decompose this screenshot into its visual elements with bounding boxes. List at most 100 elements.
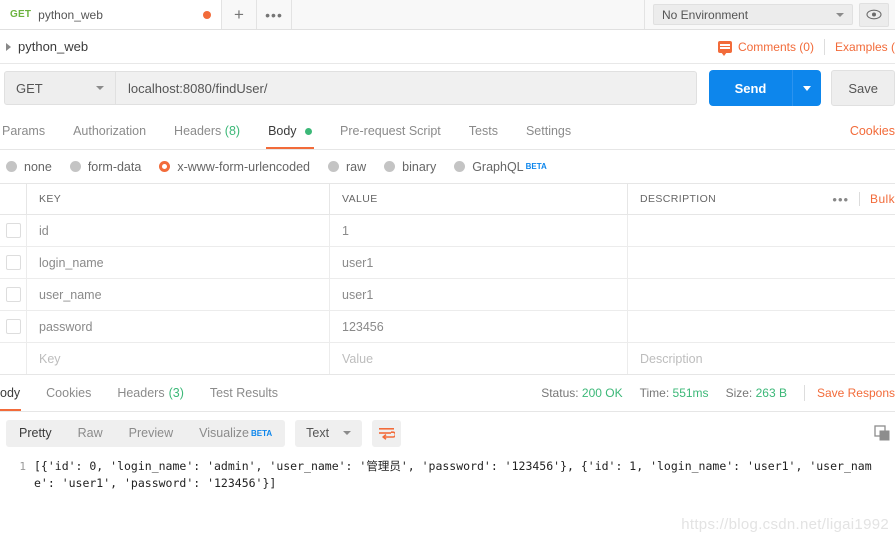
- table-row[interactable]: login_name user1: [0, 247, 895, 279]
- view-preview-label: Preview: [128, 426, 174, 440]
- row-key[interactable]: id: [27, 215, 330, 246]
- row-description[interactable]: [628, 279, 895, 310]
- table-row[interactable]: user_name user1: [0, 279, 895, 311]
- checkbox-icon[interactable]: [5, 287, 21, 302]
- request-tab-name: python_web: [38, 7, 103, 22]
- comments-link[interactable]: Comments (0): [738, 40, 814, 54]
- row-checkbox-cell[interactable]: [0, 279, 27, 310]
- copy-icon: [873, 424, 889, 440]
- header-value: VALUE: [330, 184, 628, 214]
- save-button[interactable]: Save: [831, 70, 895, 106]
- checkbox-icon[interactable]: [5, 223, 21, 238]
- request-tab-python-web[interactable]: GET python_web: [0, 0, 222, 29]
- radio-icon: [384, 161, 396, 172]
- row-checkbox-cell[interactable]: [0, 215, 27, 246]
- radio-icon: [69, 161, 81, 172]
- send-button-label: Send: [734, 80, 767, 96]
- eye-icon: [866, 9, 882, 20]
- tab-options-button[interactable]: •••: [257, 0, 292, 29]
- row-key[interactable]: password: [27, 311, 330, 342]
- tab-tests[interactable]: Tests: [455, 124, 512, 149]
- body-type-form-data[interactable]: form-data: [69, 160, 141, 174]
- view-pretty-label: Pretty: [19, 426, 52, 440]
- row-description[interactable]: [628, 215, 895, 246]
- body-type-none[interactable]: none: [6, 160, 52, 174]
- row-value[interactable]: user1: [330, 279, 628, 310]
- tab-headers-count: (8): [224, 124, 241, 138]
- row-checkbox-cell[interactable]: [0, 311, 27, 342]
- row-description-placeholder[interactable]: Description: [628, 343, 895, 374]
- url-input[interactable]: localhost:8080/findUser/: [116, 71, 697, 105]
- tab-strip-filler: [292, 0, 645, 29]
- response-tab-cookies[interactable]: Cookies: [33, 375, 104, 411]
- send-button-group: Send: [708, 70, 822, 106]
- response-tab-test-results[interactable]: Test Results: [197, 375, 291, 411]
- row-checkbox-cell[interactable]: [0, 247, 27, 278]
- chevron-down-icon: [343, 431, 352, 435]
- copy-response-button[interactable]: [869, 421, 895, 445]
- response-view-segments: Pretty Raw Preview Visualize BETA: [6, 419, 286, 447]
- send-options-button[interactable]: [792, 70, 822, 106]
- new-tab-button[interactable]: +: [222, 0, 257, 29]
- tab-params[interactable]: Params: [0, 124, 59, 149]
- expand-arrow-icon[interactable]: [6, 42, 11, 51]
- table-row-empty[interactable]: Key Value Description: [0, 343, 895, 374]
- comment-icon: [717, 40, 732, 56]
- response-meta: Status: 200 OK Time: 551ms Size: 263 B S…: [541, 385, 895, 401]
- bulk-edit-link[interactable]: Bulk: [860, 192, 895, 206]
- http-method-select[interactable]: GET: [4, 71, 116, 105]
- row-value-placeholder[interactable]: Value: [330, 343, 628, 374]
- view-pretty[interactable]: Pretty: [6, 420, 65, 447]
- tab-pre-request-script-label: Pre-request Script: [340, 124, 441, 138]
- body-type-x-www-form-urlencoded[interactable]: x-www-form-urlencoded: [159, 160, 310, 174]
- plus-icon: +: [234, 5, 244, 24]
- radio-icon: [328, 161, 339, 172]
- table-tools: ••• Bulk: [822, 184, 895, 214]
- body-present-dot: [305, 128, 313, 136]
- environment-selected-label: No Environment: [662, 7, 749, 22]
- row-description[interactable]: [628, 247, 895, 278]
- tab-params-label: Params: [2, 124, 46, 138]
- breadcrumb-row: python_web Comments (0) Examples (: [0, 30, 895, 64]
- row-key[interactable]: login_name: [27, 247, 330, 278]
- response-tab-headers[interactable]: Headers (3): [104, 375, 197, 411]
- view-raw[interactable]: Raw: [65, 420, 116, 447]
- environment-selector[interactable]: No Environment: [653, 4, 853, 25]
- body-type-binary[interactable]: binary: [384, 160, 436, 174]
- word-wrap-button[interactable]: [372, 419, 402, 447]
- response-tab-headers-label: Headers: [117, 386, 165, 400]
- tab-headers[interactable]: Headers (8): [160, 124, 254, 149]
- row-value[interactable]: user1: [330, 247, 628, 278]
- row-description[interactable]: [628, 311, 895, 342]
- table-row[interactable]: id 1: [0, 215, 895, 247]
- body-type-raw[interactable]: raw: [328, 160, 366, 174]
- row-value[interactable]: 123456: [330, 311, 628, 342]
- tab-body[interactable]: Body: [254, 124, 326, 149]
- examples-link[interactable]: Examples (: [835, 40, 895, 54]
- header-checkbox-cell: [0, 184, 27, 214]
- tab-settings[interactable]: Settings: [512, 124, 585, 149]
- tab-authorization[interactable]: Authorization: [59, 124, 160, 149]
- table-options-icon[interactable]: •••: [822, 192, 859, 207]
- row-key[interactable]: user_name: [27, 279, 330, 310]
- response-format-select[interactable]: Text: [295, 419, 363, 447]
- environment-quick-look-button[interactable]: [859, 2, 889, 27]
- view-visualize[interactable]: Visualize BETA: [186, 420, 285, 447]
- row-value[interactable]: 1: [330, 215, 628, 246]
- beta-badge: BETA: [250, 428, 273, 438]
- checkbox-icon[interactable]: [5, 319, 21, 334]
- http-method-label: GET: [16, 80, 43, 96]
- table-row[interactable]: password 123456: [0, 311, 895, 343]
- view-preview[interactable]: Preview: [116, 420, 186, 447]
- body-type-graphql[interactable]: GraphQL BETA: [454, 160, 547, 174]
- send-button[interactable]: Send: [708, 70, 793, 106]
- response-tab-body[interactable]: ody: [0, 375, 33, 411]
- checkbox-icon[interactable]: [5, 255, 21, 270]
- tab-pre-request-script[interactable]: Pre-request Script: [326, 124, 455, 149]
- row-key-placeholder[interactable]: Key: [27, 343, 330, 374]
- cookies-link[interactable]: Cookies: [850, 124, 895, 149]
- unsaved-changes-dot: [203, 10, 211, 19]
- time-group: Time: 551ms: [640, 386, 709, 400]
- response-body-text[interactable]: [{'id': 0, 'login_name': 'admin', 'user_…: [34, 458, 895, 492]
- save-response-link[interactable]: Save Respons: [817, 386, 895, 400]
